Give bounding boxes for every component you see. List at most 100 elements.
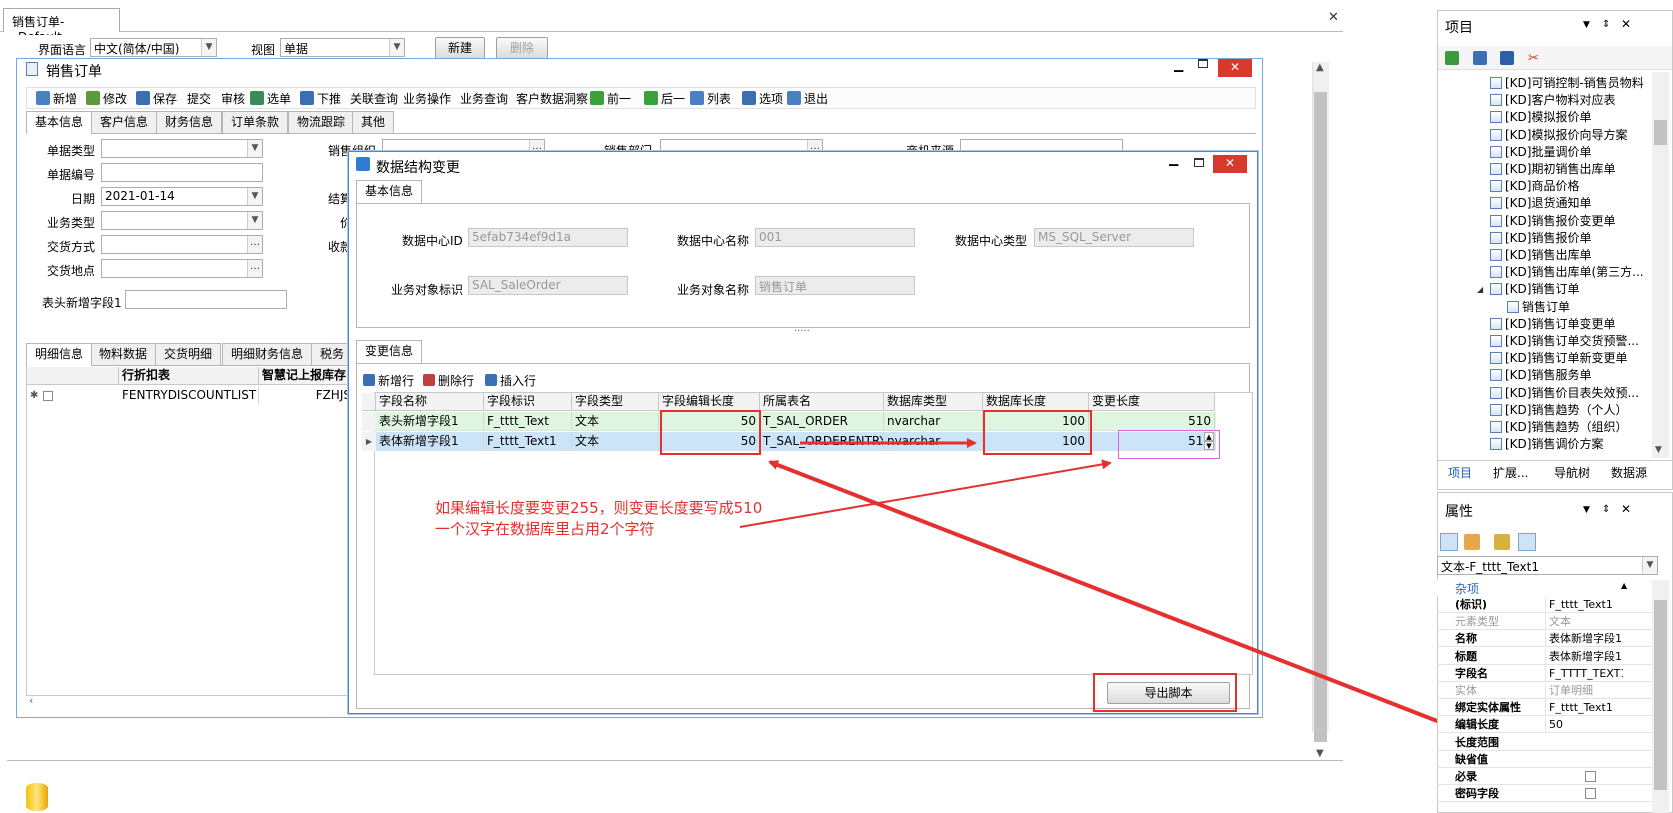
- tree-item-label-7: [KD]退货通知单: [1505, 196, 1592, 211]
- tree-item-icon-0: [1490, 77, 1502, 89]
- panel-close-icon[interactable]: ✕: [1621, 17, 1631, 31]
- tree-item-3[interactable]: [KD]模拟报价向导方案: [1490, 127, 1627, 143]
- tree-item-10[interactable]: [KD]销售出库单: [1490, 247, 1591, 263]
- chevron-down-icon[interactable]: ▼: [1642, 557, 1657, 574]
- prop-row-7[interactable]: 编辑长度 50: [1437, 717, 1652, 734]
- tree-item-14[interactable]: [KD]销售订单变更单: [1490, 316, 1615, 332]
- tree-item-2[interactable]: [KD]模拟报价单: [1490, 109, 1591, 125]
- tree-item-18[interactable]: [KD]销售价目表失效预...: [1490, 385, 1639, 401]
- dialog-tab-basic[interactable]: 基本信息: [356, 180, 423, 203]
- tree-item-label-17: [KD]销售服务单: [1505, 368, 1592, 383]
- project-bottom-tab-2[interactable]: 导航树: [1554, 463, 1590, 483]
- annotation-arrows: [739, 438, 1451, 728]
- tree-item-19[interactable]: [KD]销售趋势（个人）: [1490, 402, 1627, 418]
- prop-checkbox[interactable]: [1585, 771, 1596, 782]
- tree-item-15[interactable]: [KD]销售订单交货预警...: [1490, 333, 1639, 349]
- tree-item-icon-21: [1490, 438, 1502, 451]
- prop-row-10[interactable]: 必录: [1437, 769, 1652, 785]
- prop-object-select[interactable]: 文本-F_tttt_Text1 ▼: [1437, 556, 1658, 575]
- prop-row-4[interactable]: 字段名 F_TTTT_TEXT1: [1437, 665, 1652, 682]
- tree-item-20[interactable]: [KD]销售趋势（组织）: [1490, 419, 1627, 435]
- prop-row-value-2[interactable]: 表体新增字段1: [1545, 631, 1623, 647]
- prop-row-value-4[interactable]: F_TTTT_TEXT1: [1545, 665, 1623, 681]
- events-icon[interactable]: [1518, 533, 1536, 551]
- prop-row-key-5: 实体: [1455, 684, 1477, 697]
- tree-item-9[interactable]: [KD]销售报价单: [1490, 230, 1591, 246]
- tree-expand-icon[interactable]: ◢: [1477, 285, 1483, 294]
- tree-item-icon-8: [1490, 214, 1502, 227]
- property-panel-title: 属性: [1445, 504, 1473, 520]
- prop-dropdown-icon[interactable]: ▼: [1583, 505, 1590, 515]
- project-bottom-tab-0[interactable]: 项目: [1448, 463, 1472, 483]
- tools-icon[interactable]: ✂: [1528, 51, 1539, 66]
- prop-row-1[interactable]: 元素类型 文本: [1437, 614, 1652, 631]
- tree-item-label-1: [KD]客户物料对应表: [1505, 93, 1616, 108]
- tree-item-5[interactable]: [KD]期初销售出库单: [1490, 161, 1615, 177]
- tree-item-12[interactable]: [KD]销售订单: [1490, 281, 1579, 297]
- tree-item-6[interactable]: [KD]商品价格: [1490, 178, 1579, 194]
- tree-item-icon-9: [1490, 231, 1502, 244]
- detail-tab-0[interactable]: 明细信息: [26, 343, 93, 366]
- project-bottom-tab-1[interactable]: 扩展...: [1493, 463, 1528, 483]
- tree-scroll-thumb[interactable]: [1654, 120, 1667, 145]
- prop-pin-icon[interactable]: ⇕: [1602, 504, 1610, 515]
- prop-row-11[interactable]: 密码字段: [1437, 786, 1652, 803]
- tree-item-label-2: [KD]模拟报价单: [1505, 110, 1592, 125]
- project-bottom-tab-3[interactable]: 数据源: [1611, 463, 1647, 483]
- tree-item-icon-6: [1490, 180, 1502, 193]
- prop-row-8[interactable]: 长度范围: [1437, 735, 1652, 751]
- tree-scroll-down-icon[interactable]: ▼: [1655, 445, 1662, 455]
- prop-row-2[interactable]: 名称 表体新增字段1: [1437, 631, 1652, 648]
- prop-row-value-6[interactable]: F_tttt_Text1: [1545, 700, 1623, 716]
- tree-item-21[interactable]: [KD]销售调价方案: [1490, 436, 1603, 452]
- tree-item-7[interactable]: [KD]退货通知单: [1490, 195, 1591, 211]
- tree-item-label-12: [KD]销售订单: [1505, 282, 1580, 297]
- tree-item-0[interactable]: [KD]可销控制-销售员物料: [1490, 75, 1644, 91]
- refresh-icon[interactable]: [1445, 51, 1459, 65]
- tree-item-icon-11: [1490, 266, 1502, 279]
- prop-row-9[interactable]: 缺省值: [1437, 752, 1652, 768]
- prop-row-value-0[interactable]: F_tttt_Text1: [1545, 597, 1623, 612]
- tree-item-label-15: [KD]销售订单交货预警...: [1505, 334, 1639, 348]
- panel-pin-icon[interactable]: ⇕: [1602, 19, 1610, 30]
- header-tab-0[interactable]: 基本信息: [26, 111, 93, 134]
- tree-item-13[interactable]: 销售订单: [1507, 298, 1571, 315]
- prop-row-key-6: 绑定实体属性: [1455, 701, 1521, 715]
- tree-item-label-6: [KD]商品价格: [1505, 179, 1580, 194]
- property-page-icon[interactable]: [1494, 534, 1510, 550]
- tree-item-8[interactable]: [KD]销售报价变更单: [1490, 213, 1615, 229]
- panel-dropdown-icon[interactable]: ▼: [1583, 20, 1590, 30]
- categorized-icon[interactable]: [1440, 533, 1458, 551]
- prop-row-value-5[interactable]: 订单明细: [1545, 683, 1623, 698]
- prop-row-value-1[interactable]: 文本: [1545, 614, 1623, 630]
- prop-row-5[interactable]: 实体 订单明细: [1437, 683, 1652, 699]
- tree-item-11[interactable]: [KD]销售出库单(第三方...: [1490, 264, 1644, 280]
- category-collapse-icon[interactable]: ▲: [1621, 581, 1627, 590]
- tree-item-label-21: [KD]销售调价方案: [1505, 437, 1604, 452]
- tree-item-16[interactable]: [KD]销售订单新变更单: [1490, 350, 1627, 366]
- windows-icon[interactable]: [1473, 51, 1487, 65]
- sort-icon[interactable]: [1464, 534, 1480, 550]
- tree-item-label-5: [KD]期初销售出库单: [1505, 162, 1616, 176]
- tree-item-label-18: [KD]销售价目表失效预...: [1505, 385, 1639, 400]
- tree-item-label-11: [KD]销售出库单(第三方...: [1505, 265, 1644, 280]
- tree-item-label-16: [KD]销售订单新变更单: [1505, 351, 1628, 366]
- tree-item-label-10: [KD]销售出库单: [1505, 248, 1592, 262]
- tree-item-17[interactable]: [KD]销售服务单: [1490, 367, 1591, 383]
- prop-row-6[interactable]: 绑定实体属性 F_tttt_Text1: [1437, 700, 1652, 717]
- prop-row-value-7[interactable]: 50: [1545, 717, 1623, 733]
- prop-close-icon[interactable]: ✕: [1621, 502, 1631, 516]
- prop-checkbox[interactable]: [1585, 788, 1596, 800]
- prop-row-3[interactable]: 标题 表体新增字段1: [1437, 648, 1652, 665]
- tree-item-4[interactable]: [KD]批量调价单: [1490, 144, 1591, 160]
- tree-item-1[interactable]: [KD]客户物料对应表: [1490, 92, 1615, 108]
- prop-row-0[interactable]: (标识) F_tttt_Text1: [1437, 597, 1652, 613]
- prop-row-key-8: 长度范围: [1455, 735, 1499, 749]
- tree-item-icon-17: [1490, 369, 1502, 382]
- prop-scroll-thumb[interactable]: [1654, 600, 1667, 790]
- tree-item-icon-16: [1490, 352, 1502, 365]
- arrow-shapes: [739, 438, 1451, 728]
- clipboard-icon[interactable]: [1500, 51, 1514, 65]
- prop-row-value-3[interactable]: 表体新增字段1: [1545, 648, 1623, 664]
- dialog-tab-change[interactable]: 变更信息: [356, 340, 423, 363]
